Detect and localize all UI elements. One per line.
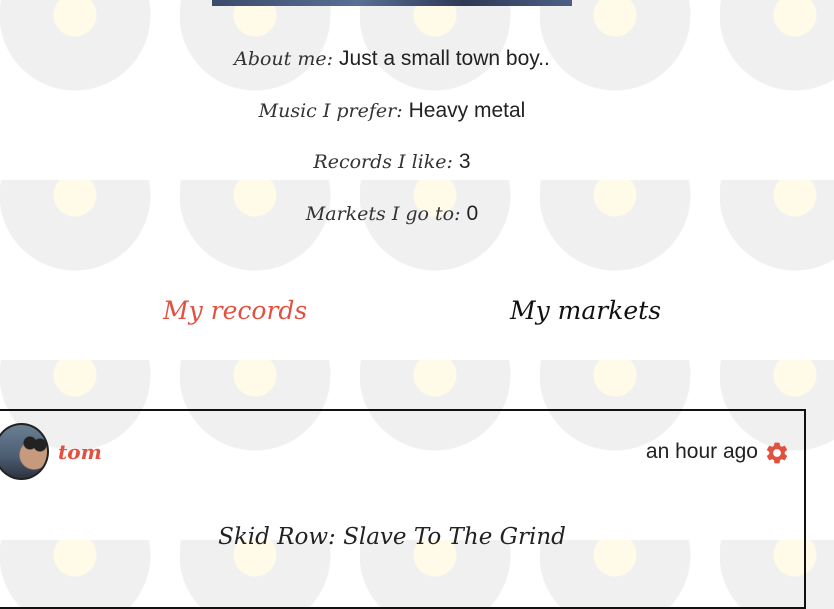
records-liked-value: 3 [458,150,471,173]
tab-my-markets[interactable]: My markets [510,296,661,325]
about-me-label: About me: [234,48,334,70]
about-me-value: Just a small town boy.. [339,47,550,70]
records-liked-row: Records I like: 3 [0,149,784,175]
post-username[interactable]: tom [58,440,102,464]
tab-my-records[interactable]: My records [163,296,307,325]
post-timestamp: an hour ago [645,440,758,463]
markets-value: 0 [466,202,479,225]
profile-banner-image [212,0,572,6]
gear-icon[interactable] [764,440,790,466]
about-me-row: About me: Just a small town boy.. [0,46,784,72]
record-title[interactable]: Skid Row: Slave To The Grind [0,524,784,550]
markets-label: Markets I go to: [305,203,461,225]
music-preference-value: Heavy metal [408,99,526,122]
records-liked-label: Records I like: [313,151,453,173]
record-post-card [0,409,806,609]
markets-row: Markets I go to: 0 [0,201,784,227]
music-preference-label: Music I prefer: [258,100,403,122]
music-preference-row: Music I prefer: Heavy metal [0,98,784,124]
